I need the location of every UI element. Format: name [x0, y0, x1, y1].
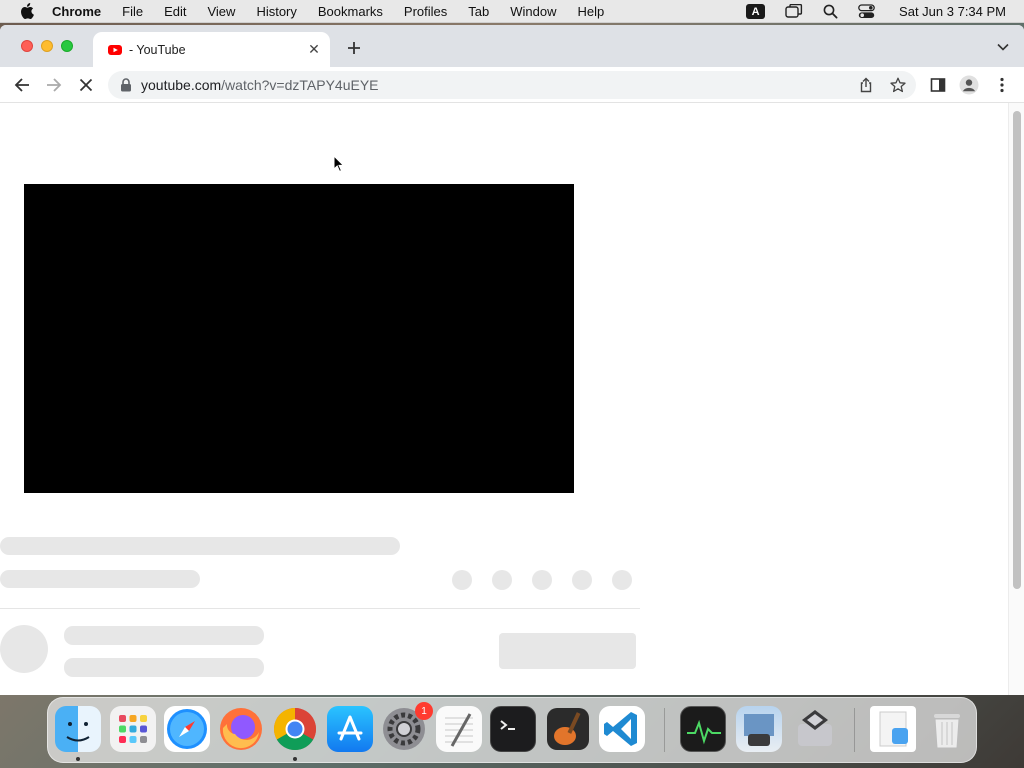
preview-icon[interactable]: [736, 706, 782, 752]
browser-toolbar: youtube.com/watch?v=dzTAPY4uEYE: [0, 67, 1024, 103]
profile-avatar-icon: [959, 75, 979, 95]
action-skeleton-5: [612, 570, 632, 590]
chrome-window: - YouTube ✕ youtube.com/watch?v=dzTAPY4u…: [0, 25, 1024, 695]
tab-strip: - YouTube ✕: [0, 25, 1024, 67]
action-skeleton-2: [492, 570, 512, 590]
spotlight-icon[interactable]: [823, 4, 838, 19]
menu-help[interactable]: Help: [578, 0, 605, 23]
finder-running-dot: [76, 757, 80, 761]
app-store-icon[interactable]: [327, 706, 373, 752]
garageband-icon[interactable]: [545, 706, 591, 752]
stop-x-icon: [79, 78, 93, 92]
menu-bookmarks[interactable]: Bookmarks: [318, 0, 383, 23]
side-panel-button[interactable]: [928, 75, 948, 95]
content-divider: [0, 608, 640, 609]
side-panel-icon: [930, 78, 946, 92]
finder-icon[interactable]: [55, 706, 101, 752]
page-scrollbar[interactable]: [1008, 103, 1024, 695]
chrome-running-dot: [293, 757, 297, 761]
screen-mirroring-icon[interactable]: [785, 4, 803, 19]
owner-name-skeleton: [64, 626, 264, 645]
menu-profiles[interactable]: Profiles: [404, 0, 447, 23]
lock-icon[interactable]: [120, 78, 132, 92]
trash-icon[interactable]: [924, 706, 970, 752]
more-vert-icon: [1000, 77, 1004, 93]
share-icon[interactable]: [858, 77, 874, 93]
url-domain: youtube.com: [141, 77, 222, 93]
menu-window[interactable]: Window: [510, 0, 556, 23]
video-player[interactable]: [24, 184, 574, 493]
chrome-menu-button[interactable]: [992, 75, 1012, 95]
youtube-icon: [107, 42, 123, 58]
firefox-icon[interactable]: [218, 706, 264, 752]
menu-app-name[interactable]: Chrome: [52, 0, 101, 23]
textedit-icon[interactable]: [436, 706, 482, 752]
address-bar[interactable]: youtube.com/watch?v=dzTAPY4uEYE: [108, 71, 916, 99]
title-skeleton: [0, 537, 400, 555]
forward-arrow-icon: [47, 78, 62, 92]
window-close-button[interactable]: [21, 40, 33, 52]
web-page: [0, 103, 1008, 695]
chrome-icon[interactable]: [272, 706, 318, 752]
system-preferences-badge: 1: [415, 702, 433, 720]
control-center-icon[interactable]: [858, 4, 875, 19]
vscode-icon[interactable]: [599, 706, 645, 752]
bookmark-star-icon[interactable]: [890, 77, 906, 93]
menu-clock[interactable]: Sat Jun 3 7:34 PM: [899, 4, 1006, 19]
activity-monitor-icon[interactable]: [680, 706, 726, 752]
url-path: /watch?v=dzTAPY4uEYE: [221, 77, 379, 93]
safari-icon[interactable]: [164, 706, 210, 752]
tab-search-chevron-icon[interactable]: [996, 40, 1010, 54]
stop-loading-button[interactable]: [76, 75, 96, 95]
back-button[interactable]: [12, 75, 32, 95]
new-tab-button[interactable]: [344, 38, 364, 58]
back-arrow-icon: [14, 78, 29, 92]
forward-button[interactable]: [44, 75, 64, 95]
menu-edit[interactable]: Edit: [164, 0, 186, 23]
tab-close-icon[interactable]: ✕: [306, 41, 322, 58]
channel-skeleton: [0, 570, 200, 588]
mouse-cursor-icon: [333, 155, 345, 173]
dock: 1: [47, 697, 977, 763]
launchpad-icon[interactable]: [110, 706, 156, 752]
action-skeleton-4: [572, 570, 592, 590]
window-zoom-button[interactable]: [61, 40, 73, 52]
boot-camp-icon[interactable]: [792, 706, 838, 752]
input-source-indicator[interactable]: A: [746, 4, 766, 19]
menu-bar: Chrome File Edit View History Bookmarks …: [0, 0, 1024, 23]
downloads-icon[interactable]: [870, 706, 916, 752]
menu-view[interactable]: View: [207, 0, 235, 23]
menu-tab[interactable]: Tab: [468, 0, 489, 23]
apple-icon[interactable]: [20, 3, 34, 19]
dock-separator-2: [854, 708, 855, 752]
menu-history[interactable]: History: [256, 0, 296, 23]
owner-subs-skeleton: [64, 658, 264, 677]
action-skeleton-1: [452, 570, 472, 590]
dock-separator: [664, 708, 665, 752]
input-source-label: A: [746, 4, 766, 19]
terminal-icon[interactable]: [490, 706, 536, 752]
tab-youtube[interactable]: - YouTube ✕: [93, 32, 330, 67]
action-skeleton-3: [532, 570, 552, 590]
status-area: A Sat Jun 3 7:34 PM: [726, 0, 1006, 23]
scrollbar-thumb[interactable]: [1013, 111, 1021, 589]
menu-file[interactable]: File: [122, 0, 143, 23]
window-minimize-button[interactable]: [41, 40, 53, 52]
tab-title: - YouTube: [129, 42, 186, 57]
profile-button[interactable]: [959, 75, 979, 95]
url-text[interactable]: youtube.com/watch?v=dzTAPY4uEYE: [141, 77, 379, 93]
avatar-skeleton: [0, 625, 48, 673]
subscribe-button-skeleton: [499, 633, 636, 669]
